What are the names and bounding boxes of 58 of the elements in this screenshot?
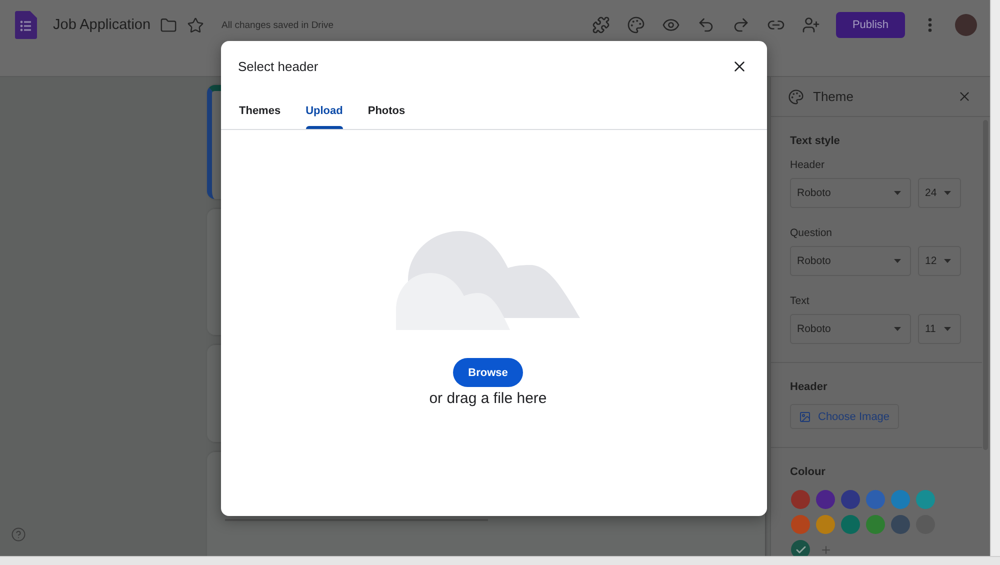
field-label: Header [790,158,824,172]
palette-icon [788,88,804,104]
field-label: Text [790,294,810,308]
colour-swatch[interactable] [916,490,935,509]
dropdown-caret-icon [944,259,951,263]
dialog-title: Select header [238,59,318,74]
eye-icon[interactable] [662,16,680,34]
publish-button[interactable]: Publish [836,12,905,38]
check-icon [794,544,806,556]
colour-swatch[interactable] [866,490,885,509]
colour-swatch[interactable] [891,490,910,509]
dropdown-caret-icon [944,191,951,195]
drop-hint: or drag a file here [429,390,547,408]
colour-swatch[interactable] [816,515,835,534]
colour-swatch[interactable] [841,515,860,534]
save-status: All changes saved in Drive [222,20,334,30]
browse-button[interactable]: Browse [453,358,523,387]
user-avatar[interactable] [955,14,977,36]
colour-swatch[interactable] [866,515,885,534]
dialog-tab[interactable]: Photos [366,92,406,129]
colour-swatch[interactable] [816,490,835,509]
colour-swatch[interactable] [891,515,910,534]
dialog-tab[interactable]: Themes [238,92,282,129]
dropdown-caret-icon [894,259,901,263]
add-on-puzzle-icon[interactable] [592,16,610,34]
font-select[interactable]: Roboto [790,178,911,208]
folder-icon[interactable] [160,16,178,34]
colour-swatch[interactable] [791,515,810,534]
palette-icon[interactable] [626,16,644,34]
size-select[interactable]: 11 [918,314,961,344]
vertical-scrollbar[interactable] [990,0,1000,556]
choose-image-button[interactable]: Choose Image [790,404,899,429]
horizontal-scrollbar[interactable] [0,556,1000,565]
star-icon[interactable] [187,16,204,34]
font-select[interactable]: Roboto [790,246,911,276]
size-select[interactable]: 24 [918,178,961,208]
section-heading: Header [790,380,828,394]
dropdown-caret-icon [894,327,901,331]
section-heading: Text style [790,134,840,148]
redo-icon[interactable] [732,16,750,34]
colour-swatch[interactable] [791,540,810,556]
panel-title: Theme [813,89,854,104]
section-heading: Colour [790,465,826,479]
colour-swatch[interactable] [791,490,810,509]
plus-icon[interactable] [820,544,832,556]
image-icon [799,410,811,422]
undo-icon[interactable] [696,16,714,34]
dialog-tab[interactable]: Upload [304,92,344,129]
form-title[interactable]: Job Application [53,17,151,33]
dropdown-caret-icon [894,191,901,195]
add-person-icon[interactable] [802,16,820,34]
size-select[interactable]: 12 [918,246,961,276]
colour-swatch[interactable] [841,490,860,509]
forms-logo-icon[interactable] [15,11,37,39]
dropdown-caret-icon [944,327,951,331]
font-select[interactable]: Roboto [790,314,911,344]
help-icon[interactable] [11,527,26,542]
field-label: Question [790,226,832,240]
